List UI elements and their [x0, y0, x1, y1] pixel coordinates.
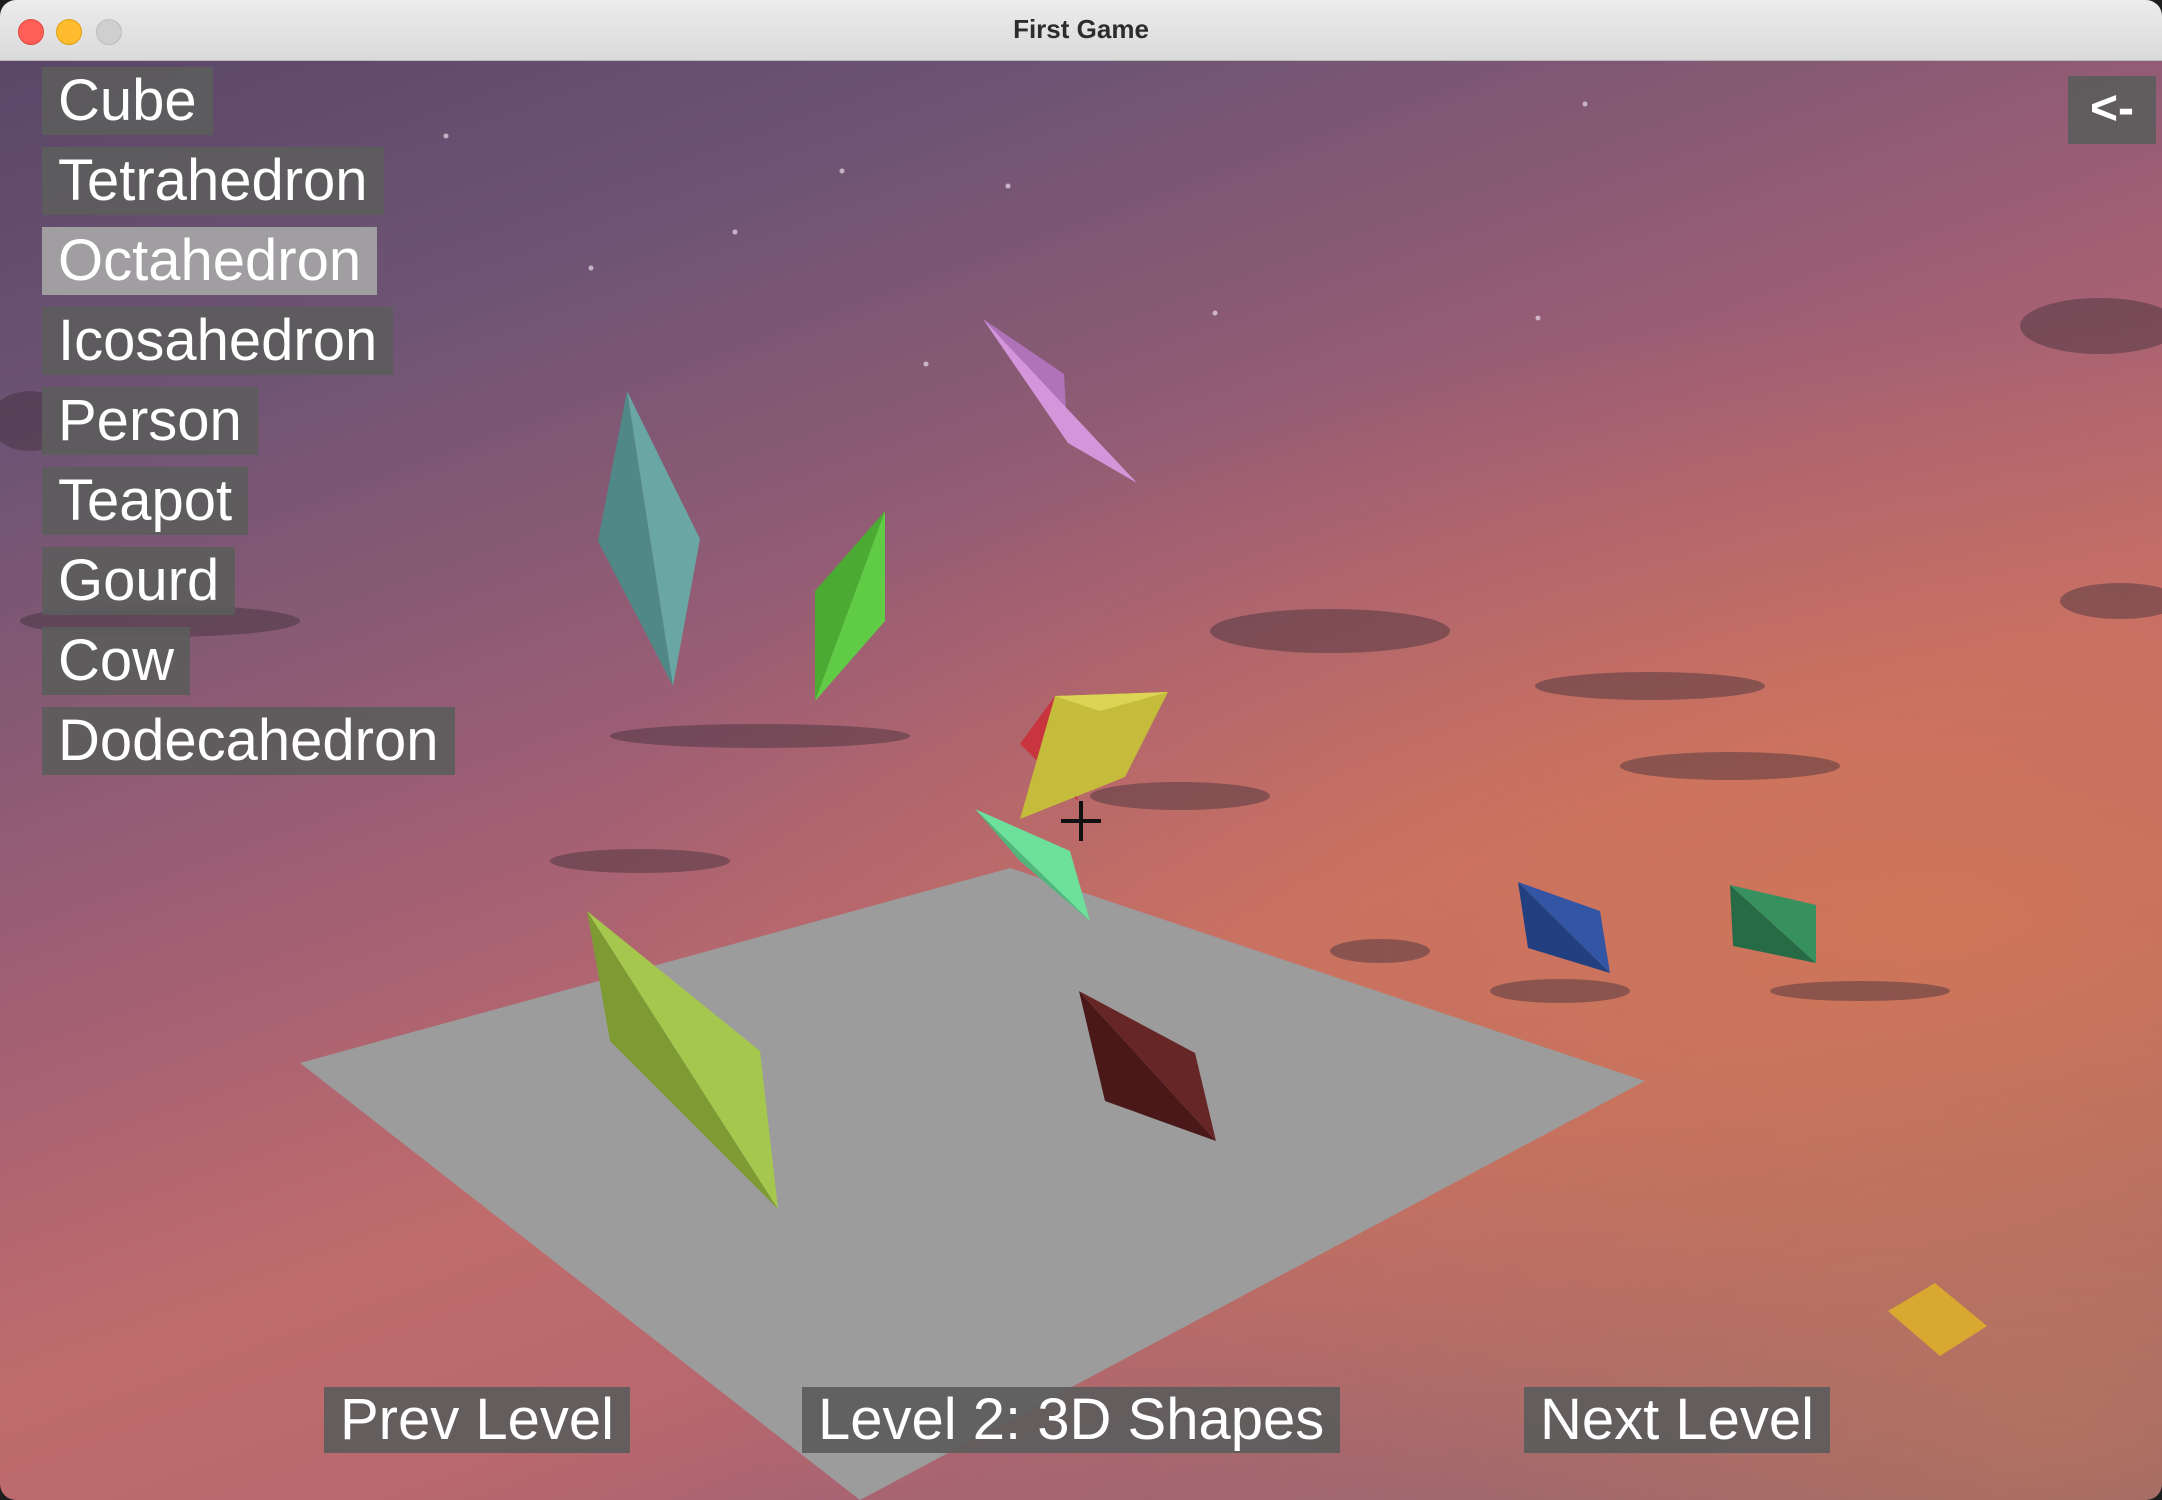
menu-item-teapot[interactable]: Teapot — [42, 467, 249, 535]
title-bar: First Game — [0, 0, 2162, 61]
menu-item-person[interactable]: Person — [42, 387, 258, 455]
octahedron-violet[interactable] — [983, 319, 1137, 483]
menu-item-dodecahedron[interactable]: Dodecahedron — [42, 707, 455, 775]
next-level-button[interactable]: Next Level — [1524, 1387, 1831, 1453]
menu-item-octahedron[interactable]: Octahedron — [42, 227, 378, 295]
octahedron-blue[interactable] — [1518, 882, 1610, 973]
octahedron-teal[interactable] — [598, 391, 700, 686]
menu-item-cube[interactable]: Cube — [42, 67, 213, 135]
menu-item-gourd[interactable]: Gourd — [42, 547, 236, 615]
octahedron-emerald[interactable] — [1730, 885, 1816, 963]
back-button[interactable]: <- — [2068, 76, 2156, 144]
menu-item-icosahedron[interactable]: Icosahedron — [42, 307, 394, 375]
menu-item-tetrahedron[interactable]: Tetrahedron — [42, 147, 384, 215]
prev-level-button[interactable]: Prev Level — [324, 1387, 631, 1453]
crosshair-icon — [1061, 801, 1101, 841]
menu-item-cow[interactable]: Cow — [42, 627, 191, 695]
level-label: Level 2: 3D Shapes — [802, 1387, 1341, 1453]
app-window: First Game Cube Tetrahedron Octahedron I… — [0, 0, 2162, 1500]
octahedron-gold[interactable] — [1888, 1283, 1987, 1356]
game-viewport[interactable]: Cube Tetrahedron Octahedron Icosahedron … — [0, 61, 2162, 1500]
window-title: First Game — [1013, 14, 1149, 44]
octahedron-green[interactable] — [815, 511, 885, 701]
sky-stars — [443, 101, 1588, 367]
